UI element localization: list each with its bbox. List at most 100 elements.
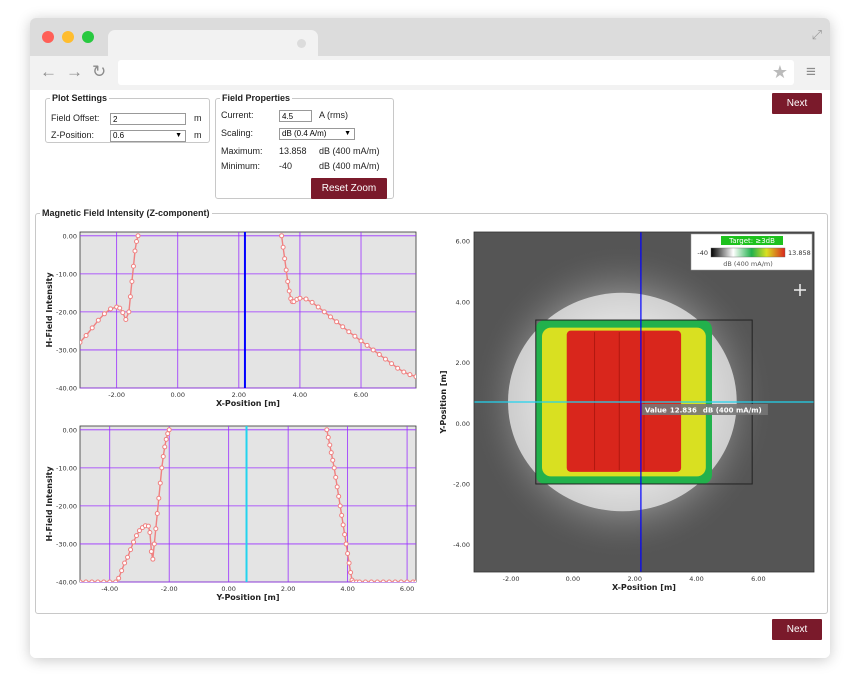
legend-colorbar <box>710 247 786 258</box>
menu-icon[interactable]: ≡ <box>806 62 816 82</box>
data-point <box>324 427 330 433</box>
data-point <box>150 556 156 562</box>
data-point <box>122 560 128 566</box>
expand-icon[interactable]: ⤢ <box>812 27 822 43</box>
data-point <box>321 309 327 315</box>
data-point <box>117 305 123 311</box>
data-point <box>345 550 351 556</box>
y-tick-label: -10.00 <box>56 464 77 472</box>
x-tick-label: 4.00 <box>293 391 307 399</box>
x-axis-label: X-Position [m] <box>216 399 280 408</box>
data-point <box>120 310 126 316</box>
data-point <box>123 317 129 323</box>
data-point <box>159 465 165 471</box>
tooltip-label: Value <box>645 407 667 415</box>
data-point <box>392 579 398 582</box>
data-point <box>343 541 349 547</box>
reload-icon[interactable]: ↻ <box>92 62 106 82</box>
data-point <box>95 317 101 323</box>
data-point <box>401 369 407 375</box>
data-point <box>334 319 340 325</box>
y-tick-label: 6.00 <box>456 238 470 246</box>
data-point <box>380 579 386 582</box>
y-axis-label: H-Field Intensity <box>45 272 54 348</box>
browser-window: ⤢ ← → ↻ ★ ≡ Plot Settings Field Offset: … <box>30 18 830 658</box>
data-point <box>395 365 401 371</box>
data-point <box>279 233 285 239</box>
data-point <box>358 338 364 344</box>
back-arrow-icon[interactable]: ← <box>40 62 57 82</box>
y-tick-label: -10.00 <box>56 270 77 278</box>
data-point <box>364 342 370 348</box>
x-tick-label: 4.00 <box>340 585 354 593</box>
x-tick-label: 0.00 <box>221 585 235 593</box>
data-point <box>113 579 119 582</box>
data-point <box>89 579 95 582</box>
browser-navbar: ← → ↻ ★ ≡ <box>30 56 830 90</box>
y-tick-label: -30.00 <box>56 540 77 548</box>
data-point <box>126 309 132 315</box>
data-point <box>145 523 151 529</box>
data-point <box>285 278 291 284</box>
y-tick-label: -40.00 <box>56 385 77 393</box>
data-point <box>162 444 168 450</box>
data-point <box>130 263 136 269</box>
y-axis-label: H-Field Intensity <box>45 466 54 542</box>
x-tick-label: -2.00 <box>161 585 178 593</box>
x-tick-label: -2.00 <box>108 391 125 399</box>
data-point <box>132 248 138 254</box>
y-tick-label: -2.00 <box>453 480 470 488</box>
x-tick-label: 2.00 <box>281 585 295 593</box>
data-point <box>125 554 131 560</box>
data-point <box>334 484 340 490</box>
tab-close-icon[interactable] <box>297 39 306 48</box>
data-point <box>382 356 388 362</box>
data-point <box>309 299 315 305</box>
data-point <box>116 575 122 581</box>
data-point <box>386 579 392 582</box>
data-point <box>368 579 374 582</box>
plot-area-1 <box>79 425 417 583</box>
browser-tab[interactable] <box>108 30 318 57</box>
x-tick-label: 4.00 <box>689 575 703 583</box>
data-point <box>340 522 346 528</box>
data-point <box>95 579 101 582</box>
x-tick-label: 2.00 <box>232 391 246 399</box>
data-point <box>101 579 107 582</box>
data-point <box>352 333 358 339</box>
maximize-window-dot[interactable] <box>82 31 94 43</box>
forward-arrow-icon[interactable]: → <box>66 62 83 82</box>
data-point <box>376 352 382 358</box>
y-tick-label: 0.00 <box>456 420 470 428</box>
tooltip-unit: dB (400 mA/m) <box>703 407 762 415</box>
data-point <box>362 579 368 582</box>
x-tick-label: 6.00 <box>354 391 368 399</box>
data-point <box>131 539 137 545</box>
data-point <box>404 579 410 582</box>
data-point <box>160 453 166 459</box>
close-window-dot[interactable] <box>42 31 54 43</box>
minimize-window-dot[interactable] <box>62 31 74 43</box>
data-point <box>154 511 160 517</box>
data-point <box>325 434 331 440</box>
x-axis-label: Y-Position [m] <box>216 593 280 602</box>
address-bar[interactable]: ★ <box>118 60 794 85</box>
x-tick-label: 2.00 <box>627 575 641 583</box>
y-tick-label: 0.00 <box>63 232 77 240</box>
data-point <box>282 256 288 262</box>
legend-max-label: 13.858 <box>788 249 811 257</box>
y-tick-label: 2.00 <box>456 359 470 367</box>
data-point <box>389 361 395 367</box>
next-button-bottom[interactable]: Next <box>772 619 822 640</box>
x-tick-label: 0.00 <box>171 391 185 399</box>
data-point <box>80 579 83 582</box>
data-point <box>327 314 333 320</box>
legend-unit: dB (400 mA/m) <box>723 260 773 268</box>
data-point <box>340 324 346 330</box>
data-point <box>127 294 133 300</box>
data-point <box>83 332 89 338</box>
x-tick-label: -4.00 <box>101 585 118 593</box>
browser-titlebar: ⤢ <box>30 18 830 57</box>
data-point <box>147 530 153 536</box>
star-icon[interactable]: ★ <box>772 62 788 83</box>
